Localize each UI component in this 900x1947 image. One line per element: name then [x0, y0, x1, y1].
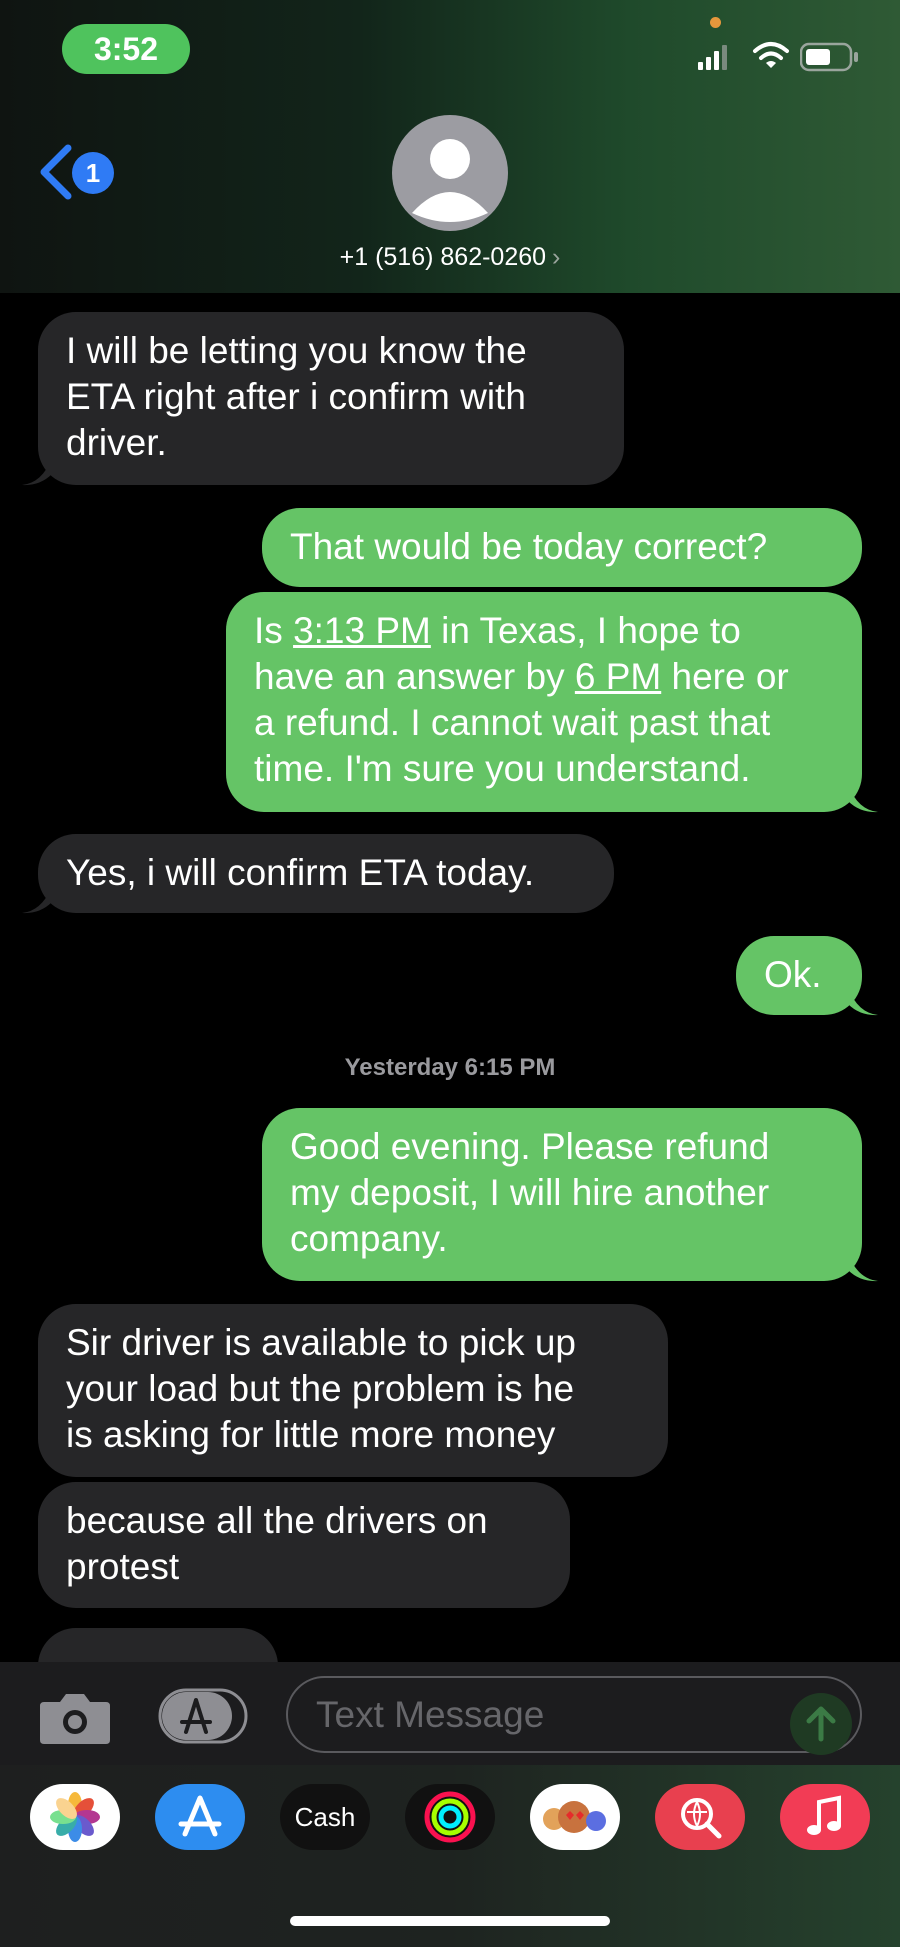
- message-line: Yes, i will confirm ETA today.: [66, 852, 535, 893]
- music-icon[interactable]: [780, 1784, 870, 1850]
- message-line: company.: [290, 1218, 448, 1259]
- camera-icon[interactable]: [38, 1690, 112, 1746]
- contact-avatar[interactable]: [392, 115, 508, 231]
- message-bubble-received[interactable]: I will be letting you know the ETA right…: [38, 312, 624, 485]
- cellular-signal-icon: [698, 45, 727, 70]
- message-line: driver.: [66, 422, 167, 463]
- fitness-icon[interactable]: [405, 1784, 495, 1850]
- message-line: I will be letting you know the: [66, 330, 527, 371]
- status-time: 3:52: [62, 24, 190, 74]
- message-bubble-sent[interactable]: Is 3:13 PM in Texas, I hope to have an a…: [226, 592, 862, 812]
- message-line: my deposit, I will hire another: [290, 1172, 770, 1213]
- apple-cash-icon[interactable]: Cash: [280, 1784, 370, 1850]
- bubble-tail: [22, 458, 52, 486]
- message-line: ETA right after i confirm with: [66, 376, 526, 417]
- message-bubble-received[interactable]: Sir driver is available to pick up your …: [38, 1304, 668, 1477]
- photos-icon[interactable]: [30, 1784, 120, 1850]
- message-line: because all the drivers on: [66, 1500, 488, 1541]
- timestamp-divider: Yesterday 6:15 PM: [344, 1054, 556, 1081]
- mic-indicator-dot: [710, 17, 721, 28]
- message-bubble-received[interactable]: Yes, i will confirm ETA today.: [38, 834, 614, 913]
- contact-name[interactable]: +1 (516) 862-0260 ›: [300, 240, 600, 274]
- message-bubble-sent[interactable]: Good evening. Please refund my deposit, …: [262, 1108, 862, 1281]
- message-line: a refund. I cannot wait past that: [254, 702, 771, 743]
- battery-icon: [800, 42, 858, 72]
- unread-badge[interactable]: 1: [72, 152, 114, 194]
- home-indicator[interactable]: [290, 1916, 610, 1926]
- message-line: your load but the problem is he: [66, 1368, 575, 1409]
- message-line: Ok.: [764, 954, 822, 995]
- app-drawer-icon[interactable]: [158, 1688, 248, 1744]
- back-chevron-icon[interactable]: [36, 142, 76, 202]
- app-store-icon[interactable]: [155, 1784, 245, 1850]
- time-link[interactable]: 3:13 PM: [293, 610, 431, 651]
- cash-label: Cash: [294, 1801, 356, 1832]
- message-line: is asking for little more money: [66, 1414, 556, 1455]
- message-line: Is 3:13 PM in Texas, I hope to: [254, 610, 741, 651]
- time-link[interactable]: 6 PM: [575, 656, 661, 697]
- wifi-icon: [753, 42, 789, 68]
- message-line: That would be today correct?: [290, 526, 768, 567]
- message-line: protest: [66, 1546, 180, 1587]
- memoji-icon[interactable]: [530, 1784, 620, 1850]
- bubble-tail: [848, 785, 878, 813]
- message-line: Sir driver is available to pick up: [66, 1322, 576, 1363]
- bubble-tail: [848, 1254, 878, 1282]
- bubble-tail: [22, 886, 52, 914]
- chevron-right-icon: ›: [552, 243, 561, 271]
- message-bubble-received[interactable]: because all the drivers on protest: [38, 1482, 570, 1608]
- message-line: time. I'm sure you understand.: [254, 748, 751, 789]
- contact-number[interactable]: +1 (516) 862-0260: [340, 243, 546, 271]
- bubble-tail: [848, 988, 878, 1016]
- message-line: have an answer by 6 PM here or: [254, 656, 789, 697]
- send-arrow-icon[interactable]: [790, 1693, 852, 1755]
- image-search-icon[interactable]: [655, 1784, 745, 1850]
- message-bubble-sent[interactable]: Ok.: [736, 936, 862, 1015]
- message-input[interactable]: Text Message: [286, 1676, 862, 1753]
- message-bubble-sent[interactable]: That would be today correct?: [262, 508, 862, 587]
- message-line: Good evening. Please refund: [290, 1126, 770, 1167]
